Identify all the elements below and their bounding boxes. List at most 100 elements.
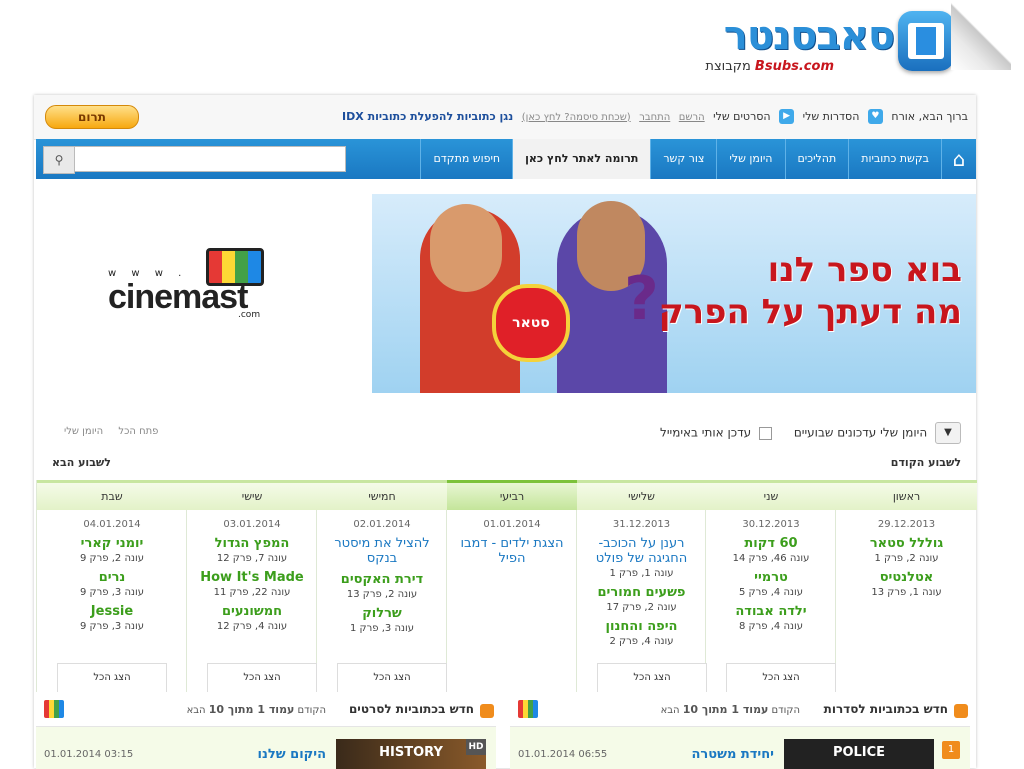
episode-title[interactable]: נרים	[37, 570, 187, 585]
chevron-down-icon[interactable]: ▼	[935, 422, 961, 444]
episode-title[interactable]: פשעים חמורים	[577, 585, 706, 600]
episode[interactable]: טרמיי עונה 4, פרק 5	[706, 570, 836, 598]
episode[interactable]: חמשונעים עונה 4, פרק 12	[187, 604, 317, 632]
pager-label: עמוד 1 מתוך 10	[682, 703, 769, 716]
donate-button[interactable]: תרום	[45, 105, 139, 129]
episode-info: עונה 4, פרק 8	[739, 621, 803, 632]
episode-title[interactable]: גוללל סטאר	[836, 536, 977, 551]
day-date: 29.12.2013	[877, 519, 936, 530]
nav-contact[interactable]: צור קשר	[650, 139, 716, 179]
episode[interactable]: יומני קארי עונה 2, פרק 9	[37, 536, 187, 564]
search-icon[interactable]: ⚲	[43, 146, 75, 174]
episode[interactable]: Jessie עונה 3, פרק 9	[37, 604, 187, 632]
idx-player-link[interactable]: נגן כתוביות להפעלת כתוביות IDX	[342, 110, 513, 123]
next-week-link[interactable]: לשבוע הבא	[52, 456, 111, 469]
pager-prev[interactable]: הקודם	[772, 705, 800, 716]
my-diary-link[interactable]: היומן שלי	[64, 426, 103, 437]
news-movies-item[interactable]: HISTORY HD היקום שלנו 01.01.2014 03:15	[36, 727, 496, 769]
cinemast-banner[interactable]: w w w . cinemast .com	[108, 240, 273, 320]
episode[interactable]: אטלנטיס עונה 1, פרק 13	[836, 570, 977, 598]
episode-title[interactable]: המפץ הגדול	[187, 536, 317, 551]
show-all-link[interactable]: הצג הכל	[337, 663, 447, 692]
item-thumbnail[interactable]: POLICE	[784, 739, 934, 769]
news-series-item[interactable]: 1 POLICE יחידת משטרה 01.01.2014 06:55	[510, 727, 970, 769]
episode-title[interactable]: 60 דקות	[706, 536, 836, 551]
show-all-link[interactable]: הצג הכל	[57, 663, 167, 692]
episode[interactable]: נרים עונה 3, פרק 9	[37, 570, 187, 598]
rss-icon[interactable]	[480, 704, 494, 718]
episode-info: עונה 2, פרק 9	[80, 553, 144, 564]
my-movies-link[interactable]: הסרטים שלי	[713, 110, 770, 123]
email-updates-checkbox[interactable]	[759, 426, 772, 440]
open-all-link[interactable]: פתח הכל	[118, 426, 158, 437]
day-date: 02.01.2014	[353, 519, 411, 530]
nav-request-subtitles[interactable]: בקשת כתוביות	[848, 139, 941, 179]
home-icon[interactable]: ⌂	[941, 139, 976, 179]
show-all-link[interactable]: הצג הכל	[207, 663, 317, 692]
rss-icon[interactable]	[954, 704, 968, 718]
day-date: 31.12.2013	[612, 519, 671, 530]
episode[interactable]: גוללל סטאר עונה 2, פרק 1	[836, 536, 977, 564]
day-column: שני 30.12.2013 60 דקות עונה 46, פרק 14 טר…	[705, 480, 836, 692]
promo-banner[interactable]: סטאר ? בוא ספר לנו מה דעתך על הפרק	[372, 194, 976, 393]
episode-title[interactable]: How It's Made	[187, 570, 317, 585]
nav-processes[interactable]: תהליכים	[784, 139, 849, 179]
pager-prev[interactable]: הקודם	[298, 705, 326, 716]
episode-title[interactable]: טרמיי	[706, 570, 836, 585]
episode[interactable]: להציל את מיסטר בנקס	[317, 536, 447, 566]
cinemast-word: cinemast	[108, 278, 248, 316]
site-header: סאבסנטר Bsubs.com מקבוצת	[0, 0, 1011, 95]
nav-my-diary[interactable]: היומן שלי	[716, 139, 784, 179]
episode-title[interactable]: שרלוק	[317, 606, 447, 621]
episode[interactable]: רענן על הכוכב- החגיגה של פולט עונה 1, פרק…	[577, 536, 706, 579]
logo-film-icon[interactable]	[898, 11, 954, 71]
email-updates-label: עדכן אותי באימייל	[660, 425, 752, 440]
news-series-title: חדש בכתוביות לסדרות	[823, 702, 948, 716]
nav-advanced-search[interactable]: חיפוש מתקדם	[420, 139, 512, 179]
diary-links: פתח הכל היומן שלי	[52, 426, 158, 437]
episode-title[interactable]: דירת האקסים	[317, 572, 447, 587]
search-input[interactable]	[74, 146, 346, 172]
nav-donate[interactable]: תרומה לאתר לחץ כאן	[512, 139, 651, 179]
episode-title[interactable]: יומני קארי	[37, 536, 187, 551]
show-all-link[interactable]: הצג הכל	[597, 663, 707, 692]
item-name[interactable]: יחידת משטרה	[692, 747, 775, 762]
episode-info: עונה 4, פרק 12	[216, 621, 288, 632]
pager-next[interactable]: הבא	[661, 705, 680, 716]
episode-info: עונה 1, פרק 13	[871, 587, 942, 598]
episode[interactable]: שרלוק עונה 3, פרק 1	[317, 606, 447, 634]
episode[interactable]: ילדה אבודה עונה 4, פרק 8	[706, 604, 836, 632]
episode[interactable]: הצגת ילדים - דמבו הפיל	[447, 536, 577, 566]
episode[interactable]: המפץ הגדול עונה 7, פרק 12	[187, 536, 317, 564]
my-series-link[interactable]: הסדרות שלי	[803, 110, 860, 123]
register-link[interactable]: הרשם	[679, 112, 705, 123]
forgot-password-link[interactable]: (שכחת סיסמה? לחץ כאן)	[522, 112, 631, 123]
episode[interactable]: היפה והחנון עונה 4, פרק 2	[577, 619, 706, 647]
login-link[interactable]: התחבר	[639, 112, 670, 123]
episode[interactable]: דירת האקסים עונה 2, פרק 13	[317, 572, 447, 600]
brand-name: Bsubs.com	[754, 59, 834, 74]
episode-title[interactable]: היפה והחנון	[577, 619, 706, 634]
day-column: רביעי 01.01.2014 הצגת ילדים - דמבו הפיל	[446, 480, 577, 692]
episode-title[interactable]: ילדה אבודה	[706, 604, 836, 619]
episode-title[interactable]: להציל את מיסטר בנקס	[317, 536, 447, 566]
episode-title[interactable]: אטלנטיס	[836, 570, 977, 585]
episode-info: עונה 22, פרק 11	[213, 587, 291, 598]
day-date: 04.01.2014	[83, 519, 141, 530]
item-name[interactable]: היקום שלנו	[258, 747, 326, 762]
episode[interactable]: How It's Made עונה 22, פרק 11	[187, 570, 317, 598]
news-series-pager: הקודם עמוד 1 מתוך 10 הבא	[661, 703, 800, 716]
promo-line-2: מה דעתך על הפרק	[658, 292, 962, 332]
episode-title[interactable]: Jessie	[37, 604, 187, 619]
episode[interactable]: פשעים חמורים עונה 2, פרק 17	[577, 585, 706, 613]
item-thumbnail[interactable]: HISTORY HD	[336, 739, 486, 769]
pager-next[interactable]: הבא	[187, 705, 206, 716]
episode[interactable]: 60 דקות עונה 46, פרק 14	[706, 536, 836, 564]
episode-title[interactable]: חמשונעים	[187, 604, 317, 619]
site-logo-title[interactable]: סאבסנטר	[662, 12, 895, 60]
show-all-link[interactable]: הצג הכל	[726, 663, 836, 692]
episode-title[interactable]: הצגת ילדים - דמבו הפיל	[447, 536, 577, 566]
episode-title[interactable]: רענן על הכוכב- החגיגה של פולט	[577, 536, 706, 566]
prev-week-link[interactable]: לשבוע הקודם	[891, 456, 961, 469]
tv-icon	[518, 700, 538, 718]
